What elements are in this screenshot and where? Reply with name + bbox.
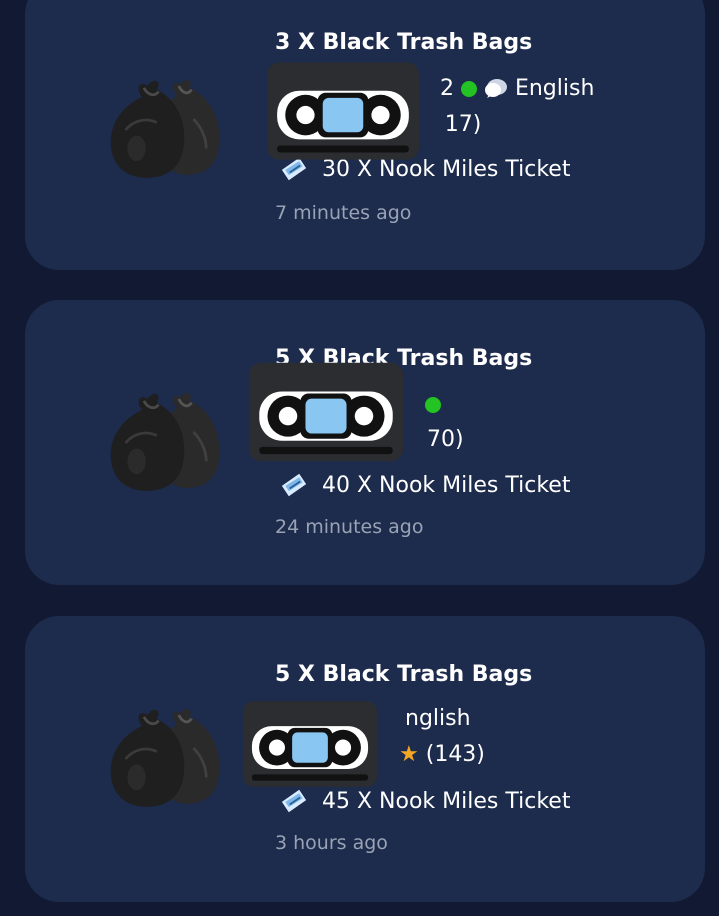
language-label: English [514, 76, 595, 101]
price-label: 40 X Nook Miles Ticket [322, 472, 571, 498]
listing-card-2[interactable]: 5 X Black Trash Bags 70) 40 X Nook Miles… [25, 300, 705, 585]
black-trash-bag-icon [109, 707, 221, 809]
listing-card-1[interactable]: 3 X Black Trash Bags D2 English ★17) 30 … [25, 0, 705, 270]
language-label: nglish [405, 706, 471, 731]
black-trash-bag-icon [109, 391, 221, 493]
vhs-cassette-emoji [243, 701, 377, 787]
price-row: 45 X Nook Miles Ticket [278, 788, 570, 814]
nook-miles-ticket-icon [281, 788, 307, 814]
price-label: 30 X Nook Miles Ticket [322, 156, 571, 182]
rating-count: 17) [444, 112, 482, 137]
vhs-cassette-emoji [267, 62, 419, 160]
online-status-dot [460, 81, 477, 97]
vhs-cassette-emoji [249, 362, 403, 462]
black-trash-bag-icon [109, 78, 221, 180]
posted-time: 24 minutes ago [275, 516, 424, 538]
online-status-dot [425, 397, 441, 413]
rating-count: 70) [427, 427, 464, 452]
listing-card-3[interactable]: 5 X Black Trash Bags nglish ★ (143) 45 X… [25, 616, 705, 902]
price-row: 40 X Nook Miles Ticket [278, 472, 570, 498]
price-label: 45 X Nook Miles Ticket [322, 788, 571, 814]
posted-time: 3 hours ago [275, 832, 388, 854]
star-icon: ★ [399, 742, 419, 767]
item-title: 5 X Black Trash Bags [275, 662, 533, 687]
posted-time: 7 minutes ago [275, 202, 412, 224]
speech-bubble-icon [484, 78, 508, 100]
item-title: 3 X Black Trash Bags [275, 30, 533, 55]
rating-count: (143) [425, 742, 485, 767]
seller-name-suffix: 2 [439, 76, 454, 101]
nook-miles-ticket-icon [281, 472, 307, 498]
